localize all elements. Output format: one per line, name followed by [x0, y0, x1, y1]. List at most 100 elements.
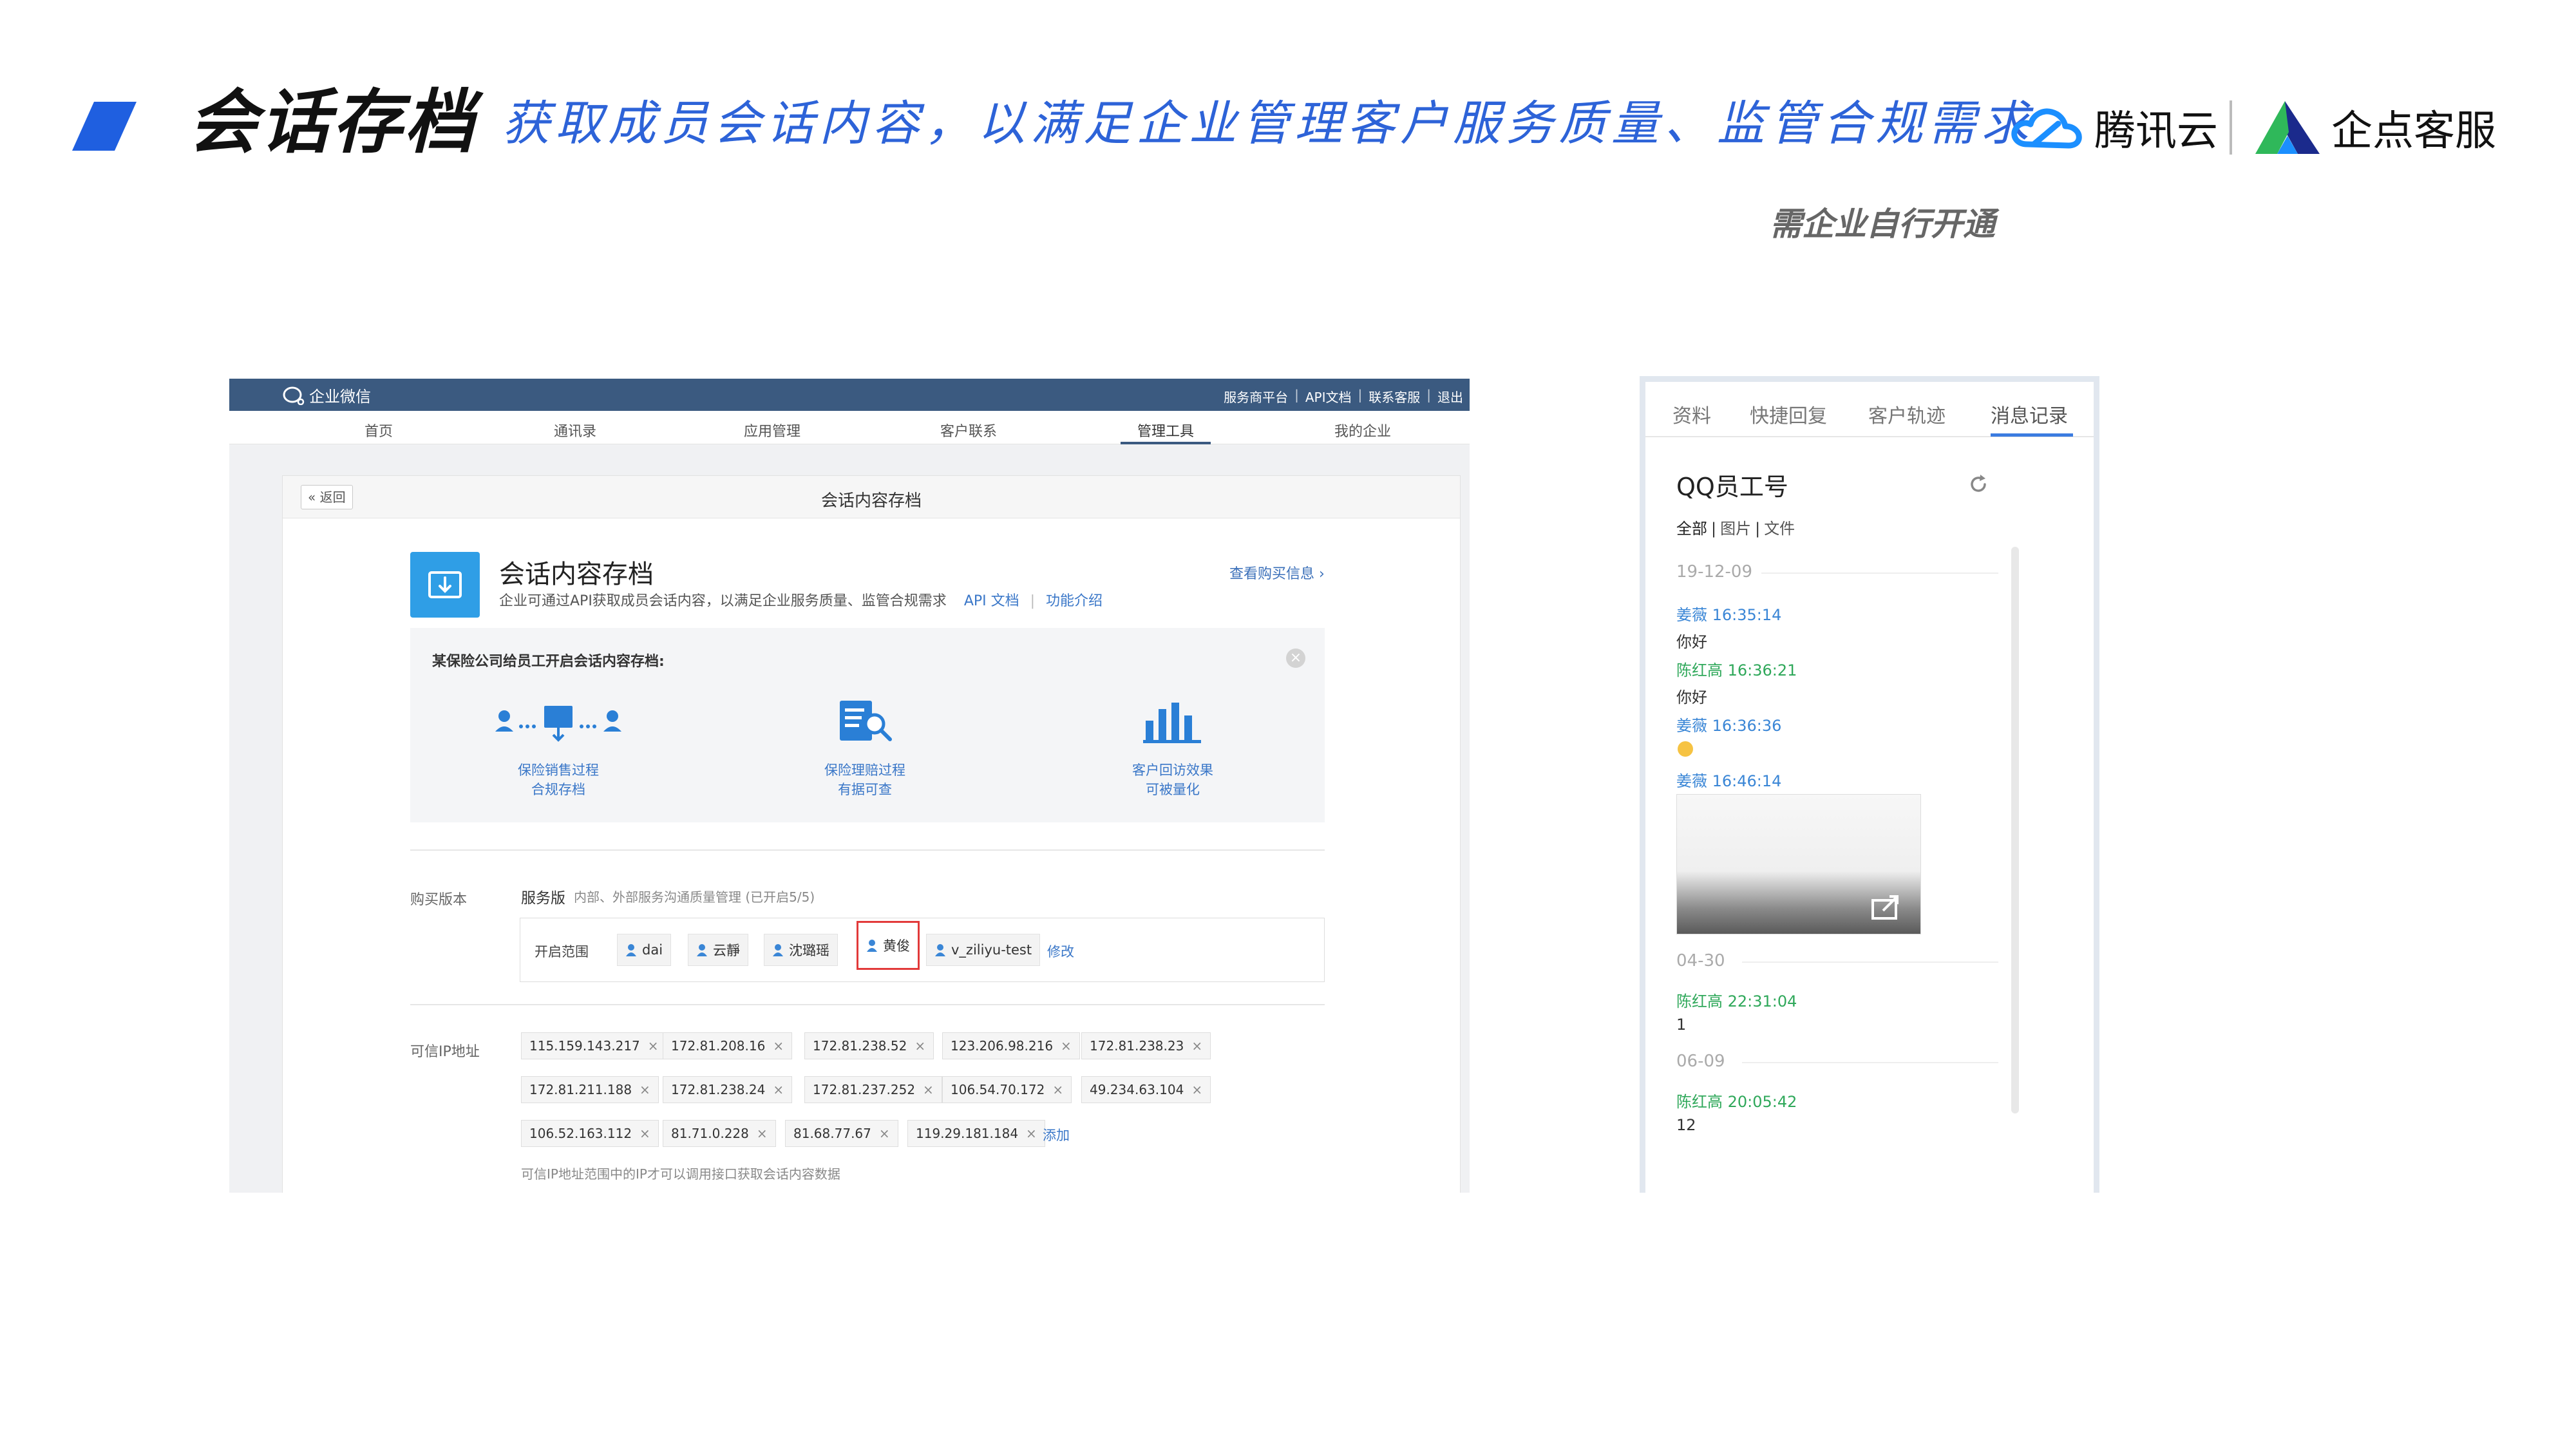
nav-item-apps[interactable]: 应用管理: [744, 420, 800, 440]
person-icon: [773, 944, 783, 956]
message-filters: 全部 | 图片 | 文件: [1676, 516, 1795, 538]
title-slash-mark: [72, 102, 137, 151]
close-icon[interactable]: ×: [1286, 649, 1305, 668]
nav-item-contacts[interactable]: 通讯录: [554, 420, 596, 440]
remove-icon[interactable]: ×: [648, 1038, 659, 1054]
remove-icon[interactable]: ×: [639, 1082, 650, 1097]
edit-scope-link[interactable]: 修改: [1047, 942, 1074, 961]
filter-images[interactable]: 图片: [1720, 520, 1751, 538]
add-ip-link[interactable]: 添加: [1043, 1125, 1070, 1144]
tab-active-underline: [1991, 433, 2073, 437]
top-link-separator: |: [1294, 387, 1299, 402]
admin-main-nav: 首页 通讯录 应用管理 客户联系 管理工具 我的企业: [229, 411, 1470, 444]
ip-value: 123.206.98.216: [951, 1038, 1054, 1054]
user-archive-flow-icon: [495, 706, 621, 742]
use-case-box: 某保险公司给员工开启会话内容存档: × 保险销售过程 合规存档 保险理赔过程 有…: [410, 628, 1325, 822]
remove-icon[interactable]: ×: [914, 1038, 925, 1054]
tab-quick-reply[interactable]: 快捷回复: [1750, 400, 1827, 428]
scope-box: 开启范围 dai 云靜 沈璐瑶 黄俊 v_ziliyu-test 修改: [520, 918, 1325, 982]
ip-value: 172.81.238.24: [671, 1082, 766, 1097]
remove-icon[interactable]: ×: [773, 1082, 784, 1097]
ip-tag: 49.234.63.104 ×: [1081, 1076, 1211, 1103]
ip-value: 119.29.181.184: [916, 1126, 1019, 1141]
ip-value: 49.234.63.104: [1090, 1082, 1184, 1097]
filter-separator: |: [1755, 520, 1761, 538]
member-tag[interactable]: 云靜: [688, 934, 748, 966]
member-name: dai: [642, 942, 663, 958]
remove-icon[interactable]: ×: [879, 1126, 890, 1141]
panel-title: 会话内容存档: [820, 491, 922, 511]
refresh-icon[interactable]: [1967, 473, 1989, 495]
archive-settings-panel: « 返回 会话内容存档 会话内容存档 企业可通过API获取成员会话内容，以满足企…: [282, 475, 1461, 1193]
filter-all[interactable]: 全部: [1676, 520, 1707, 538]
ip-tag: 81.71.0.228 ×: [663, 1120, 776, 1147]
tencent-cloud-wordmark: 腾讯云: [2094, 108, 2218, 155]
member-tag[interactable]: v_ziliyu-test: [926, 934, 1041, 966]
top-link-api-docs[interactable]: API文档: [1305, 387, 1352, 406]
chat-sidebar-screenshot: 资料 快捷回复 客户轨迹 消息记录 QQ员工号 全部 | 图片 | 文件 19-12-0…: [1640, 376, 2099, 1193]
slide-title: 会话存档: [188, 82, 477, 163]
document-search-icon: [840, 701, 892, 741]
use-case-line1: 保险销售过程: [518, 762, 599, 778]
image-message-thumbnail[interactable]: [1676, 794, 1921, 934]
nav-item-management-tools[interactable]: 管理工具: [1137, 420, 1194, 440]
section-divider: [410, 1004, 1325, 1005]
remove-icon[interactable]: ×: [773, 1038, 784, 1054]
ip-tag: 123.206.98.216 ×: [942, 1032, 1080, 1059]
slide-subtitle: 获取成员会话内容，以满足企业管理客户服务质量、监管合规需求: [502, 96, 2034, 151]
nav-item-my-company[interactable]: 我的企业: [1334, 420, 1391, 440]
tab-message-history[interactable]: 消息记录: [1991, 400, 2068, 428]
member-tag-highlighted[interactable]: 黄俊: [857, 921, 920, 970]
view-purchase-info-link[interactable]: 查看购买信息 ›: [1229, 562, 1325, 583]
use-case-line2: 合规存档: [531, 782, 585, 797]
filter-files[interactable]: 文件: [1764, 520, 1795, 538]
top-link-contact-support[interactable]: 联系客服: [1368, 387, 1420, 406]
qidian-logo: 企点客服: [2253, 95, 2496, 160]
ip-value: 115.159.143.217: [529, 1038, 640, 1054]
archive-feature-icon: [410, 552, 480, 618]
member-tag[interactable]: dai: [617, 934, 672, 966]
tab-profile[interactable]: 资料: [1672, 400, 1711, 428]
smile-emoji-icon: [1678, 741, 1693, 757]
message-sender: 姜薇 16:46:14: [1676, 772, 1782, 790]
date-separator-line: [1742, 1062, 1998, 1063]
remove-icon[interactable]: ×: [1191, 1038, 1202, 1054]
ip-tag: 106.54.70.172 ×: [942, 1076, 1072, 1103]
remove-icon[interactable]: ×: [1061, 1038, 1072, 1054]
use-case-line1: 保险理赔过程: [824, 762, 905, 778]
feature-intro-link[interactable]: 功能介绍: [1046, 593, 1103, 609]
tab-customer-track[interactable]: 客户轨迹: [1868, 400, 1946, 428]
person-icon: [626, 944, 636, 956]
remove-icon[interactable]: ×: [1191, 1082, 1202, 1097]
admin-brand-label: 企业微信: [309, 388, 371, 406]
admin-brand[interactable]: 企业微信: [282, 384, 371, 406]
nav-item-customer-contact[interactable]: 客户联系: [940, 420, 997, 440]
member-tag[interactable]: 沈璐瑶: [764, 934, 838, 966]
nav-item-home[interactable]: 首页: [365, 420, 393, 440]
tencent-cloud-logo: 腾讯云: [2008, 95, 2218, 160]
use-case-title: 某保险公司给员工开启会话内容存档:: [432, 654, 665, 670]
scrollbar[interactable]: [2011, 547, 2019, 1113]
remove-icon[interactable]: ×: [1052, 1082, 1063, 1097]
remove-icon[interactable]: ×: [639, 1126, 650, 1141]
ip-value: 172.81.237.252: [813, 1082, 916, 1097]
member-name: v_ziliyu-test: [951, 942, 1032, 958]
link-separator: |: [1030, 593, 1036, 609]
remove-icon[interactable]: ×: [1026, 1126, 1037, 1141]
api-docs-link[interactable]: API 文档: [964, 593, 1019, 609]
ip-tag: 81.68.77.67 ×: [785, 1120, 898, 1147]
message-sender: 陈红高 16:36:21: [1676, 661, 1797, 679]
ip-tag: 172.81.238.52 ×: [804, 1032, 934, 1059]
top-link-service-platform[interactable]: 服务商平台: [1224, 387, 1288, 406]
top-link-logout[interactable]: 退出: [1437, 387, 1463, 406]
ip-value: 172.81.208.16: [671, 1038, 766, 1054]
remove-icon[interactable]: ×: [923, 1082, 934, 1097]
sidebar-tabs: 资料 快捷回复 客户轨迹 消息记录: [1645, 382, 2094, 437]
feature-title: 会话内容存档: [499, 560, 654, 589]
admin-topbar: 企业微信 服务商平台 | API文档 | 联系客服 | 退出: [229, 379, 1470, 411]
use-case-item: 保险理赔过程 有据可查: [768, 696, 961, 799]
ip-tag: 106.52.163.112 ×: [521, 1120, 659, 1147]
ip-value: 172.81.238.23: [1090, 1038, 1184, 1054]
admin-console-screenshot: 企业微信 服务商平台 | API文档 | 联系客服 | 退出 首页 通讯录 应用…: [229, 379, 1470, 1193]
remove-icon[interactable]: ×: [757, 1126, 768, 1141]
